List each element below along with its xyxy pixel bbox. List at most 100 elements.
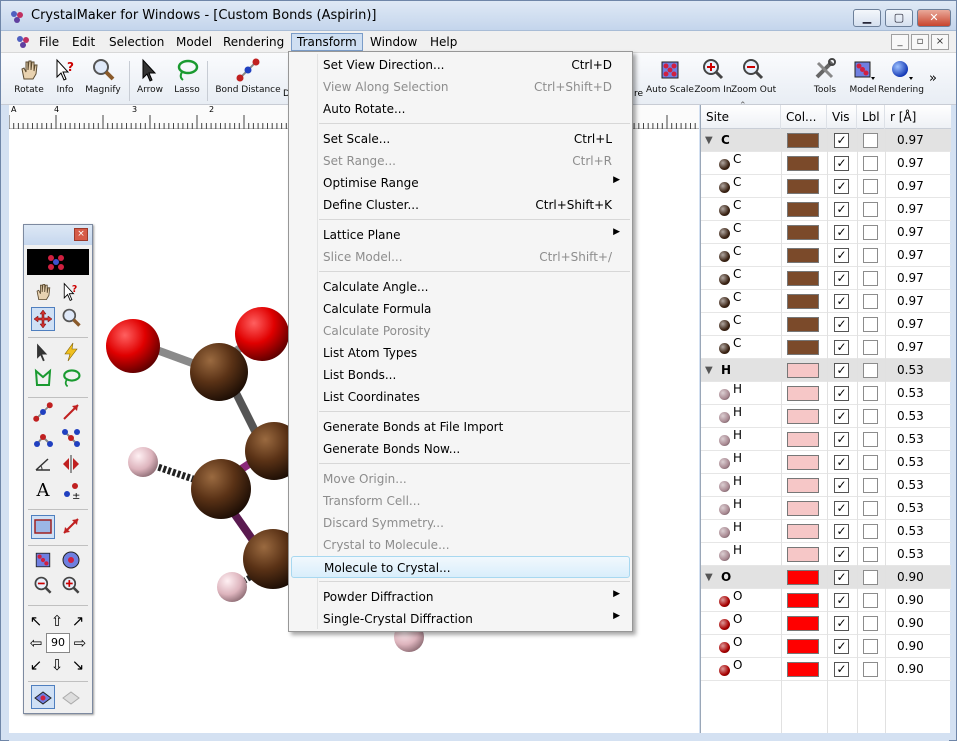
site-row[interactable]: O ✓ 0.90 [701, 658, 951, 681]
minimize-button[interactable]: ▁ [853, 9, 881, 27]
visible-checkbox[interactable]: ✓ [834, 133, 849, 148]
label-checkbox[interactable] [863, 133, 878, 148]
color-swatch[interactable] [787, 156, 819, 171]
menu-edit[interactable]: Edit [67, 33, 100, 51]
maximize-button[interactable]: ▢ [885, 9, 913, 27]
palette-stamp-button[interactable] [59, 685, 83, 709]
label-checkbox[interactable] [863, 248, 878, 263]
palette-zoom-in-button[interactable] [59, 575, 83, 599]
color-swatch[interactable] [787, 616, 819, 631]
palette-translate-button[interactable] [31, 307, 55, 331]
label-checkbox[interactable] [863, 386, 878, 401]
menu-item-set-range[interactable]: Set Range... Ctrl+R [291, 150, 630, 172]
auto-scale-button[interactable]: Auto Scale [645, 57, 695, 103]
label-checkbox[interactable] [863, 547, 878, 562]
menu-item-calculate-porosity[interactable]: Calculate Porosity [291, 320, 630, 342]
collapse-triangle-icon[interactable]: ▼ [705, 566, 713, 589]
menu-item-generate-bonds-now[interactable]: Generate Bonds Now... [291, 438, 630, 460]
palette-torsion-button[interactable] [59, 427, 83, 451]
menu-item-list-atom-types[interactable]: List Atom Types [291, 342, 630, 364]
menu-window[interactable]: Window [365, 33, 422, 51]
mdi-restore-button[interactable]: ▫ [911, 34, 929, 50]
visible-checkbox[interactable]: ✓ [834, 363, 849, 378]
visible-checkbox[interactable]: ✓ [834, 662, 849, 677]
zoom-out-button[interactable]: Zoom Out [731, 57, 776, 103]
color-swatch[interactable] [787, 501, 819, 516]
visible-checkbox[interactable]: ✓ [834, 409, 849, 424]
visible-checkbox[interactable]: ✓ [834, 432, 849, 447]
label-checkbox[interactable] [863, 432, 878, 447]
collapse-triangle-icon[interactable]: ▼ [705, 129, 713, 152]
column-radius[interactable]: r [Å] [885, 105, 951, 129]
color-swatch[interactable] [787, 271, 819, 286]
palette-text-button[interactable]: A [31, 479, 55, 503]
visible-checkbox[interactable]: ✓ [834, 524, 849, 539]
menu-item-set-view-direction[interactable]: Set View Direction... Ctrl+D [291, 54, 630, 76]
rotate-down-button[interactable]: ⇩ [47, 653, 67, 677]
rotate-up-right-button[interactable]: ↗ [68, 609, 88, 633]
palette-polygon-select-button[interactable] [31, 367, 55, 391]
visible-checkbox[interactable]: ✓ [834, 225, 849, 240]
palette-close-button[interactable]: × [74, 228, 88, 241]
rendering-button[interactable]: Rendering [877, 57, 925, 103]
menu-item-lattice-plane[interactable]: Lattice Plane ▶ [291, 224, 630, 246]
menu-item-optimise-range[interactable]: Optimise Range ▶ [291, 172, 630, 194]
visible-checkbox[interactable]: ✓ [834, 294, 849, 309]
oxygen-atom[interactable] [106, 319, 160, 373]
label-checkbox[interactable] [863, 271, 878, 286]
visible-checkbox[interactable]: ✓ [834, 478, 849, 493]
label-checkbox[interactable] [863, 478, 878, 493]
palette-center-button[interactable] [59, 549, 83, 573]
menu-item-molecule-to-crystal[interactable]: Molecule to Crystal... [291, 556, 630, 578]
rotate-right-button[interactable]: ⇨ [70, 631, 90, 655]
menu-item-move-origin[interactable]: Move Origin... [291, 468, 630, 490]
menu-item-view-along-selection[interactable]: View Along Selection Ctrl+Shift+D [291, 76, 630, 98]
visible-checkbox[interactable]: ✓ [834, 616, 849, 631]
label-checkbox[interactable] [863, 593, 878, 608]
menu-item-slice-model[interactable]: Slice Model... Ctrl+Shift+/ [291, 246, 630, 268]
visible-checkbox[interactable]: ✓ [834, 317, 849, 332]
palette-bond-distance-button[interactable] [31, 401, 55, 425]
color-swatch[interactable] [787, 524, 819, 539]
color-swatch[interactable] [787, 248, 819, 263]
rotate-up-button[interactable]: ⇧ [47, 609, 67, 633]
menu-item-transform-cell[interactable]: Transform Cell... [291, 490, 630, 512]
label-checkbox[interactable] [863, 501, 878, 516]
palette-arrow-button[interactable] [31, 341, 55, 365]
menu-item-list-coordinates[interactable]: List Coordinates [291, 386, 630, 408]
menu-transform[interactable]: Transform [291, 33, 363, 51]
label-checkbox[interactable] [863, 294, 878, 309]
label-checkbox[interactable] [863, 524, 878, 539]
menu-item-powder-diffraction[interactable]: Powder Diffraction ▶ [291, 586, 630, 608]
label-checkbox[interactable] [863, 225, 878, 240]
visible-checkbox[interactable]: ✓ [834, 639, 849, 654]
menu-item-set-scale[interactable]: Set Scale... Ctrl+L [291, 128, 630, 150]
palette-info-button[interactable]: ? [59, 281, 83, 305]
visible-checkbox[interactable]: ✓ [834, 386, 849, 401]
label-checkbox[interactable] [863, 179, 878, 194]
label-checkbox[interactable] [863, 570, 878, 585]
color-swatch[interactable] [787, 317, 819, 332]
color-swatch[interactable] [787, 409, 819, 424]
rotate-up-left-button[interactable]: ↖ [26, 609, 46, 633]
menu-item-discard-symmetry[interactable]: Discard Symmetry... [291, 512, 630, 534]
label-checkbox[interactable] [863, 616, 878, 631]
palette-window-button[interactable] [31, 515, 55, 539]
color-swatch[interactable] [787, 455, 819, 470]
menu-item-list-bonds[interactable]: List Bonds... [291, 364, 630, 386]
label-checkbox[interactable] [863, 317, 878, 332]
palette-bond-angle-button[interactable] [31, 427, 55, 451]
column-label[interactable]: Lbl [857, 105, 885, 129]
visible-checkbox[interactable]: ✓ [834, 202, 849, 217]
rotation-step-field[interactable]: 90 [46, 633, 70, 653]
palette-reflect-button[interactable] [59, 453, 83, 477]
menu-item-define-cluster[interactable]: Define Cluster... Ctrl+Shift+K [291, 194, 630, 216]
site-row[interactable]: H ✓ 0.53 [701, 543, 951, 566]
menu-rendering[interactable]: Rendering [218, 33, 289, 51]
label-checkbox[interactable] [863, 156, 878, 171]
visible-checkbox[interactable]: ✓ [834, 179, 849, 194]
palette-lightning-button[interactable] [59, 341, 83, 365]
menu-item-auto-rotate[interactable]: Auto Rotate... [291, 98, 630, 120]
color-swatch[interactable] [787, 225, 819, 240]
menu-help[interactable]: Help [425, 33, 462, 51]
